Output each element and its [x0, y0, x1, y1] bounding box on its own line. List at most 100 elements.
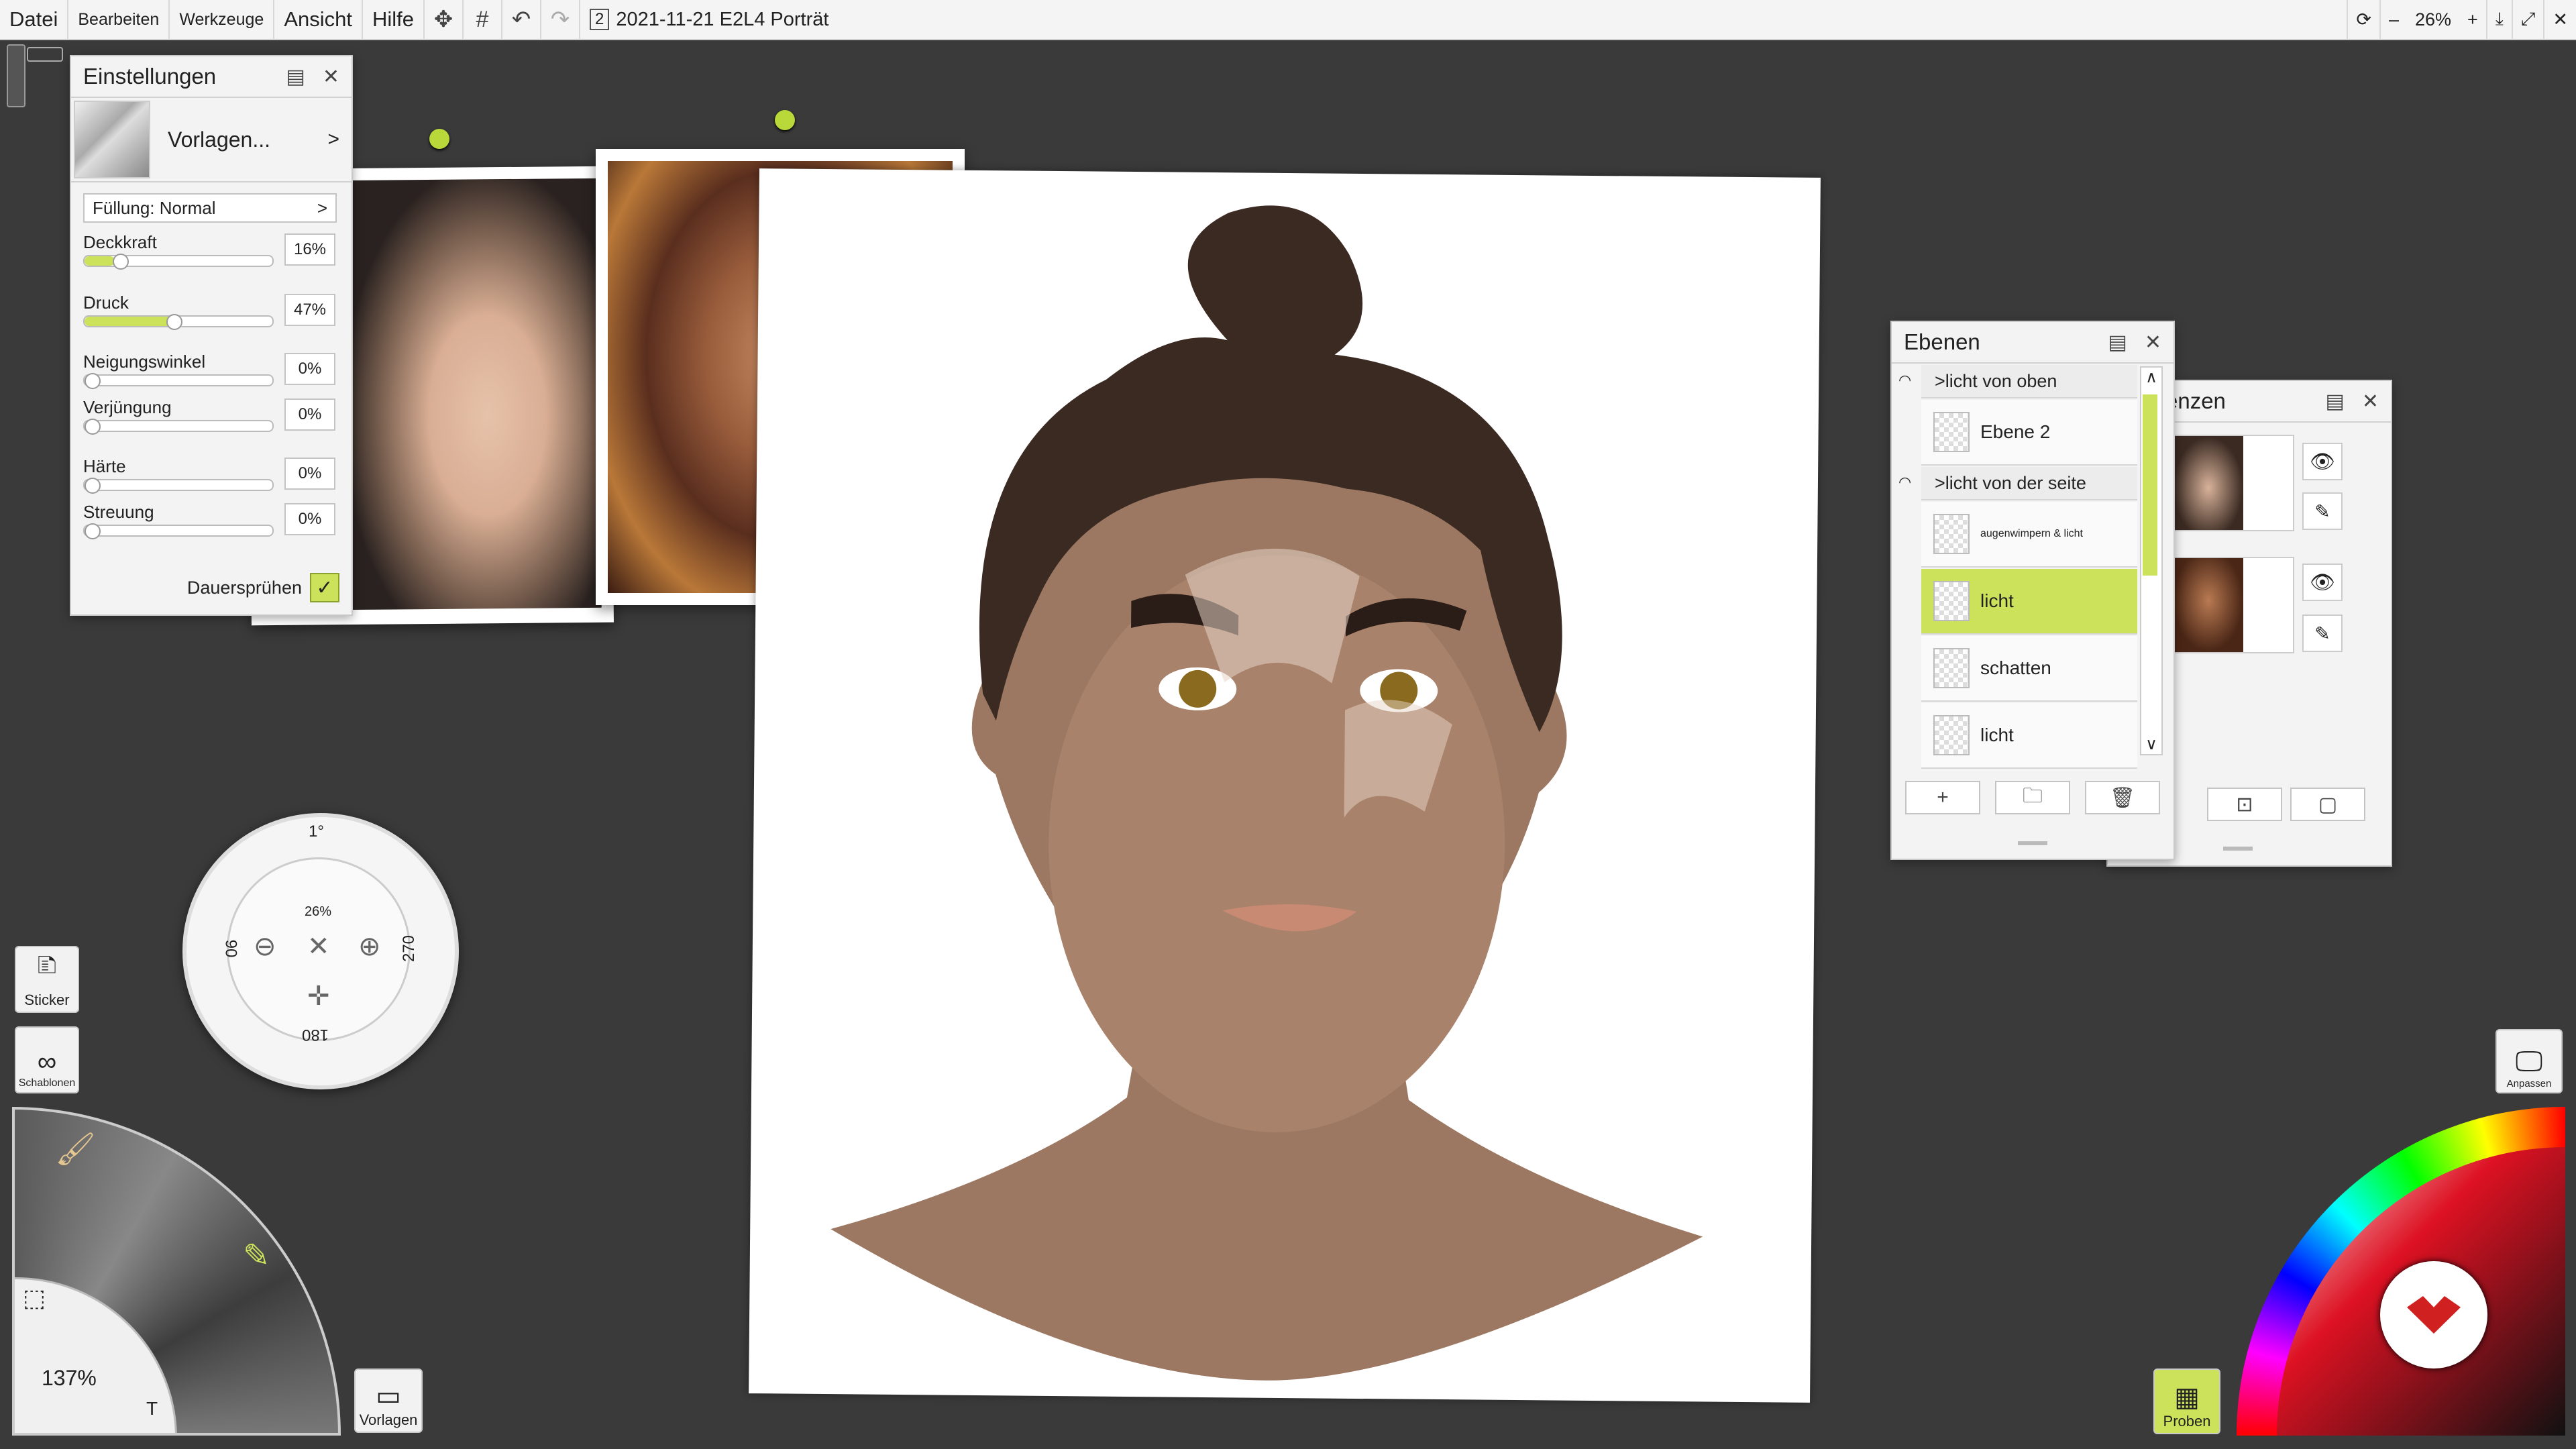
- selection-tool-icon[interactable]: ⬚: [23, 1284, 46, 1312]
- zoom-in-button[interactable]: +: [2459, 0, 2486, 39]
- layers-scrollbar[interactable]: ∧ ∨: [2140, 366, 2163, 755]
- slider-knob[interactable]: [85, 373, 101, 389]
- close-icon[interactable]: ✕: [323, 65, 339, 89]
- visibility-icon[interactable]: ◠: [1898, 372, 1911, 389]
- add-reference-button[interactable]: ⊡: [2207, 788, 2282, 821]
- delete-layer-button[interactable]: 🗑: [2085, 781, 2160, 814]
- slider-knob[interactable]: [85, 523, 101, 539]
- document-title-area[interactable]: 2 2021-11-21 E2L4 Porträt: [580, 9, 828, 31]
- color-wheel[interactable]: [2237, 1107, 2565, 1436]
- eye-icon[interactable]: 👁: [2302, 564, 2343, 601]
- slider-track[interactable]: [83, 254, 274, 270]
- layer-group-row[interactable]: >licht von der seite: [1921, 467, 2137, 500]
- menu-bar: Datei Bearbeiten Werkzeuge Ansicht Hilfe…: [0, 0, 2576, 40]
- slider-track[interactable]: [83, 373, 274, 389]
- zoom-in-icon[interactable]: ⊕: [358, 931, 381, 962]
- panel-menu-icon[interactable]: ▤: [2326, 390, 2345, 413]
- scroll-down-icon[interactable]: ∨: [2141, 735, 2161, 754]
- scroll-up-icon[interactable]: ∧: [2141, 368, 2161, 387]
- panel-menu-icon[interactable]: ▤: [286, 65, 305, 89]
- resize-handle[interactable]: [2018, 841, 2047, 845]
- chevron-right-icon: >: [317, 197, 327, 218]
- reference-thumb-1[interactable]: [2172, 435, 2294, 531]
- resize-handle[interactable]: [2223, 847, 2253, 851]
- slider-track[interactable]: [83, 523, 274, 539]
- mini-slider-icon[interactable]: [27, 47, 63, 62]
- slider-value-field[interactable]: 0%: [284, 353, 335, 385]
- current-color-swatch[interactable]: [2380, 1261, 2487, 1368]
- menu-tools[interactable]: Werkzeuge: [170, 0, 275, 39]
- slider-value-field[interactable]: 0%: [284, 458, 335, 490]
- redo-icon[interactable]: ↷: [541, 0, 580, 39]
- sticker-button[interactable]: 🗈 Sticker: [15, 946, 79, 1013]
- text-tool[interactable]: T: [146, 1398, 158, 1419]
- pan-icon[interactable]: ✛: [307, 981, 330, 1012]
- menu-view[interactable]: Ansicht: [274, 0, 363, 39]
- eye-icon[interactable]: 👁: [2302, 443, 2343, 480]
- download-icon[interactable]: ⤓: [2485, 0, 2512, 39]
- page-badge: 2: [590, 9, 610, 30]
- layer-row[interactable]: licht: [1921, 569, 2137, 635]
- close-icon[interactable]: ✕: [2145, 331, 2161, 354]
- reference-thumb-2[interactable]: [2172, 557, 2294, 653]
- slider-track[interactable]: [83, 314, 274, 330]
- move-icon[interactable]: ✥: [425, 0, 464, 39]
- layer-group-row[interactable]: >licht von oben: [1921, 365, 2137, 398]
- adjust-button[interactable]: 🖵 Anpassen: [2496, 1029, 2563, 1093]
- continuous-spray-row[interactable]: Dauersprühen ✓: [187, 573, 339, 602]
- slider-value-field[interactable]: 47%: [284, 294, 335, 326]
- stencils-button[interactable]: ∞ Schablonen: [15, 1026, 79, 1093]
- fill-mode-select[interactable]: Füllung: Normal >: [83, 193, 337, 223]
- zoom-out-button[interactable]: –: [2379, 0, 2407, 39]
- slider-value-field[interactable]: 0%: [284, 503, 335, 535]
- slider-knob[interactable]: [166, 314, 183, 330]
- sync-icon[interactable]: ⟳: [2347, 0, 2379, 39]
- continuous-spray-label: Dauersprühen: [186, 577, 302, 598]
- tool-wheel[interactable]: 137% T ⬚ 🖌 ✎: [12, 1107, 341, 1436]
- presets-button[interactable]: ▭ Vorlagen: [354, 1368, 423, 1433]
- continuous-spray-checkbox[interactable]: ✓: [310, 573, 339, 602]
- fill-mode-label: Füllung: Normal: [93, 197, 216, 218]
- grid-icon[interactable]: #: [464, 0, 502, 39]
- edit-reference-icon[interactable]: ✎: [2302, 492, 2343, 530]
- slider-track[interactable]: [83, 478, 274, 494]
- layer-row[interactable]: licht: [1921, 703, 2137, 769]
- edit-reference-icon[interactable]: ✎: [2302, 614, 2343, 652]
- add-layer-button[interactable]: +: [1905, 781, 1980, 814]
- side-mini-controls[interactable]: [7, 44, 25, 107]
- slider-track[interactable]: [83, 419, 274, 435]
- presets-label: Vorlagen...: [168, 127, 270, 152]
- layer-row[interactable]: schatten: [1921, 636, 2137, 702]
- scroll-thumb[interactable]: [2143, 394, 2157, 576]
- layers-title: Ebenen: [1904, 329, 1980, 354]
- slider-value-field[interactable]: 0%: [284, 398, 335, 431]
- menu-file[interactable]: Datei: [0, 0, 69, 39]
- menu-help[interactable]: Hilfe: [363, 0, 425, 39]
- slider-value-field[interactable]: 16%: [284, 233, 335, 266]
- zoom-out-icon[interactable]: ⊖: [254, 931, 276, 962]
- navigator-dial[interactable]: 1° 90 270 180 26% ⊖ ✕ ⊕ ✛: [182, 813, 459, 1089]
- close-app-icon[interactable]: ✕: [2543, 0, 2576, 39]
- close-icon[interactable]: ✕: [2362, 390, 2379, 413]
- airbrush-tool-icon[interactable]: ✎: [243, 1237, 270, 1275]
- add-layer-group-button[interactable]: 🗀: [1995, 781, 2070, 814]
- slider-knob[interactable]: [85, 419, 101, 435]
- samples-button[interactable]: ▦ Proben: [2153, 1368, 2220, 1434]
- visibility-icon[interactable]: ◠: [1898, 474, 1911, 491]
- paintbrush-tool-icon[interactable]: 🖌: [55, 1130, 96, 1168]
- slider-label: Härte: [83, 456, 126, 476]
- layer-row[interactable]: Ebene 2: [1921, 400, 2137, 466]
- slider-label: Neigungswinkel: [83, 352, 206, 372]
- drawing-canvas[interactable]: [749, 168, 1821, 1403]
- slider-knob[interactable]: [112, 254, 129, 270]
- reset-view-icon[interactable]: ✕: [307, 931, 330, 962]
- tool-wheel-zoom: 137%: [42, 1366, 97, 1390]
- presets-row[interactable]: Vorlagen... >: [71, 98, 352, 182]
- undo-icon[interactable]: ↶: [502, 0, 541, 39]
- panel-menu-icon[interactable]: ▤: [2108, 331, 2127, 354]
- fullscreen-icon[interactable]: ⤢: [2511, 0, 2544, 39]
- slider-knob[interactable]: [85, 478, 101, 494]
- remove-reference-button[interactable]: ▢: [2290, 788, 2365, 821]
- layer-row[interactable]: augenwimpern & licht: [1921, 502, 2137, 568]
- menu-edit[interactable]: Bearbeiten: [68, 0, 170, 39]
